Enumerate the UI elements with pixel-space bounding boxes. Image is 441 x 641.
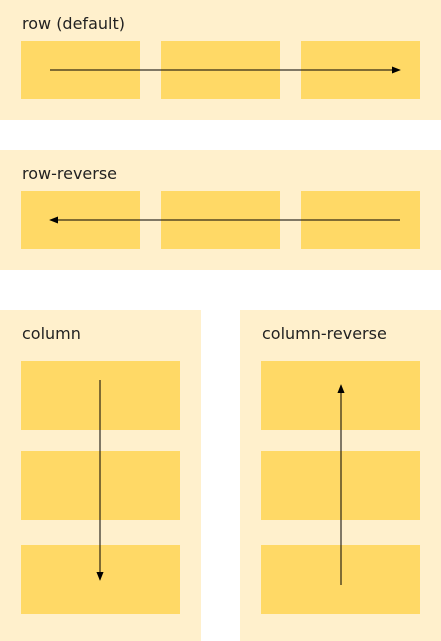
- direction-arrows: [49, 66, 401, 585]
